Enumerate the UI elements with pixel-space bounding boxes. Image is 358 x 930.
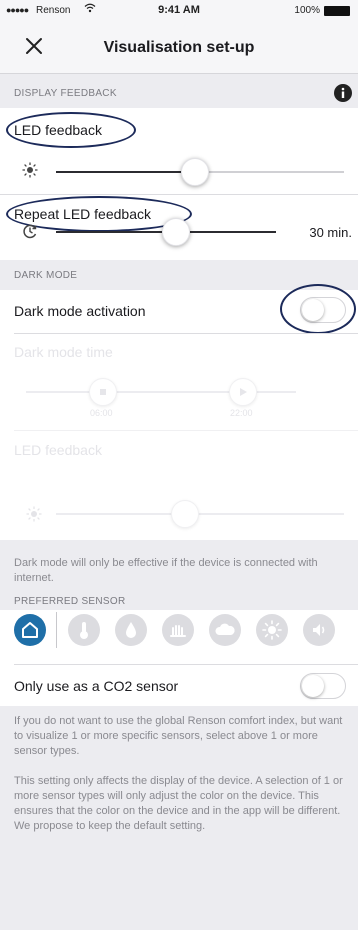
section-header-display-feedback: DISPLAY FEEDBACK [14, 88, 117, 99]
divider [14, 430, 358, 431]
divider [14, 333, 358, 334]
sensor-separator [56, 612, 57, 648]
home-icon [22, 622, 38, 638]
display-feedback-panel: LED feedback Repeat LED feedback 30 min. [0, 108, 358, 260]
slider-track [209, 171, 344, 173]
annotation-circle [280, 284, 356, 334]
slider-knob[interactable] [171, 500, 199, 528]
dark-mode-led-feedback-slider[interactable] [56, 500, 344, 528]
repeat-interval-value: 30 min. [309, 225, 352, 240]
light-icon [262, 620, 282, 640]
sensor-light-button[interactable] [256, 614, 288, 646]
dark-mode-time-label: Dark mode time [14, 344, 113, 360]
start-time-value: 06:00 [90, 408, 113, 418]
sensor-home-button[interactable] [14, 614, 46, 646]
dark-mode-note: Dark mode will only be effective if the … [14, 557, 318, 584]
preferred-sensor-note: If you do not want to use the global Ren… [14, 715, 343, 757]
section-header-dark-mode: DARK MODE [14, 270, 78, 281]
temperature-icon [80, 622, 88, 639]
humidity-icon [126, 622, 136, 638]
co2-icon [215, 623, 235, 635]
annotation-circle [6, 112, 136, 148]
battery-icon [324, 6, 350, 16]
status-bar: ●●●●● Renson 9:41 AM 100% [0, 0, 358, 22]
sensor-sound-button[interactable] [303, 614, 335, 646]
section-header-preferred-sensor: PREFERRED SENSOR [14, 596, 126, 607]
repeat-led-feedback-slider[interactable] [56, 218, 276, 246]
slider-knob[interactable] [162, 218, 190, 246]
brightness-icon [26, 506, 42, 527]
sensor-voc-button[interactable] [162, 614, 194, 646]
slider-knob[interactable] [181, 158, 209, 186]
timer-icon [22, 223, 38, 244]
divider [14, 664, 358, 665]
toggle-thumb [302, 675, 324, 697]
co2-only-label: Only use as a CO2 sensor [14, 678, 179, 694]
battery-percentage: 100% [294, 5, 320, 16]
info-button[interactable] [334, 84, 352, 102]
divider [0, 194, 358, 195]
sensor-co2-button[interactable] [209, 614, 241, 646]
dark-mode-led-feedback-label: LED feedback [14, 442, 102, 458]
sensor-temperature-button[interactable] [68, 614, 100, 646]
end-time-value: 22:00 [230, 408, 253, 418]
end-time-knob[interactable] [229, 378, 257, 406]
start-time-knob[interactable] [89, 378, 117, 406]
dark-mode-activation-label: Dark mode activation [14, 303, 146, 319]
slider-track [190, 231, 276, 233]
dark-mode-panel: Dark mode activation Dark mode time 06:0… [0, 284, 358, 540]
slider-fill [56, 171, 181, 173]
led-feedback-slider[interactable] [56, 158, 344, 186]
slider-track [56, 513, 344, 515]
voc-icon [170, 625, 186, 637]
slider-fill [56, 231, 162, 233]
co2-only-toggle[interactable] [300, 673, 346, 699]
sensor-humidity-button[interactable] [115, 614, 147, 646]
navigation-bar: Visualisation set-up [0, 22, 358, 74]
info-icon [341, 87, 345, 98]
display-setting-note: This setting only affects the display of… [14, 775, 343, 832]
sound-icon [313, 624, 325, 636]
page-title: Visualisation set-up [103, 39, 255, 56]
brightness-icon [22, 162, 38, 183]
dark-mode-time-range-slider[interactable]: 06:00 22:00 [26, 378, 296, 418]
